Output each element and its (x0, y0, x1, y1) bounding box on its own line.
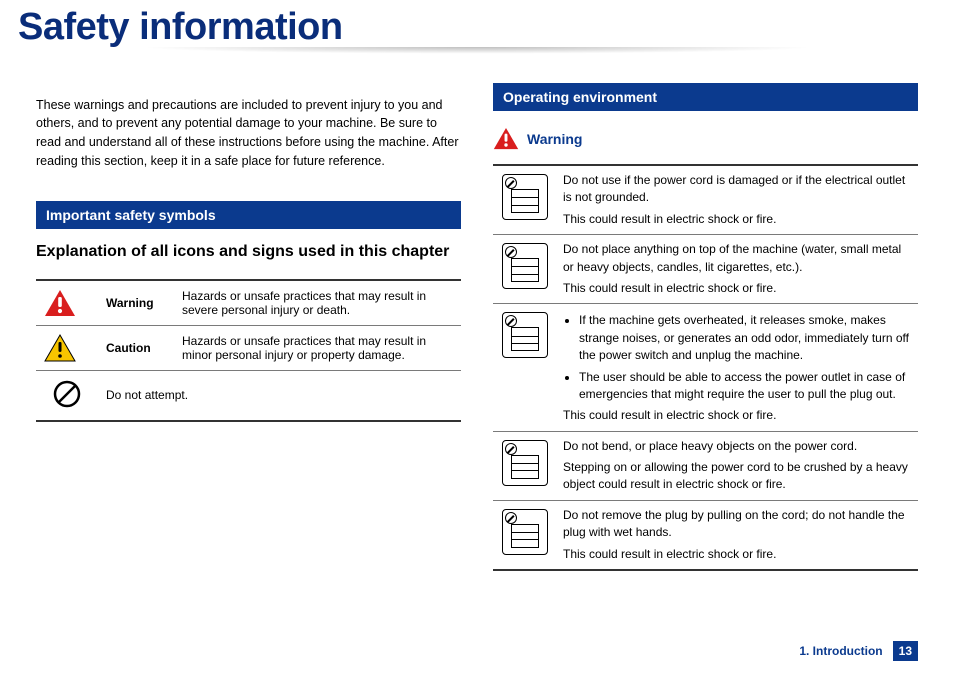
warning-line: Do not bend, or place heavy objects on t… (563, 438, 912, 455)
wet-hands-plug-icon (502, 509, 548, 555)
symbol-table: Warning Hazards or unsafe practices that… (36, 279, 461, 422)
warning-label: Warning (527, 131, 582, 147)
right-column: Operating environment Warning Do not use… (493, 83, 918, 571)
warning-bullet-list: If the machine gets overheated, it relea… (579, 312, 912, 403)
warning-line: This could result in electric shock or f… (563, 211, 912, 228)
page-title: Safety information (18, 6, 954, 49)
warning-line: Do not use if the power cord is damaged … (563, 172, 912, 207)
symbol-row-warning: Warning Hazards or unsafe practices that… (36, 280, 461, 326)
section-heading-symbols: Important safety symbols (36, 201, 461, 229)
symbols-subheading: Explanation of all icons and signs used … (36, 243, 461, 261)
warning-text: Do not remove the plug by pulling on the… (557, 500, 918, 570)
section-heading-operating-env: Operating environment (493, 83, 918, 111)
warning-line: This could result in electric shock or f… (563, 546, 912, 563)
manual-page: Safety information These warnings and pr… (0, 0, 954, 675)
warning-text: Do not place anything on top of the mach… (557, 235, 918, 304)
objects-on-machine-icon (502, 243, 548, 289)
warning-text: Do not use if the power cord is damaged … (557, 165, 918, 235)
warning-bullet: The user should be able to access the po… (579, 369, 912, 404)
symbol-desc: Hazards or unsafe practices that may res… (174, 325, 461, 370)
overheat-unplug-icon (502, 312, 548, 358)
warning-line: Stepping on or allowing the power cord t… (563, 459, 912, 494)
warning-triangle-red-icon (36, 280, 98, 326)
damaged-cord-icon (502, 174, 548, 220)
warning-heading: Warning (493, 127, 918, 150)
left-column: These warnings and precautions are inclu… (36, 83, 461, 571)
caution-triangle-yellow-icon (36, 325, 98, 370)
title-shadow (0, 47, 954, 63)
symbol-desc: Hazards or unsafe practices that may res… (174, 280, 461, 326)
page-footer: 1. Introduction 13 (799, 641, 918, 661)
warning-row: Do not remove the plug by pulling on the… (493, 500, 918, 570)
content-columns: These warnings and precautions are inclu… (36, 83, 918, 571)
symbol-term: Caution (98, 325, 174, 370)
symbol-desc: Do not attempt. (98, 370, 461, 421)
warning-text: If the machine gets overheated, it relea… (557, 304, 918, 431)
intro-paragraph: These warnings and precautions are inclu… (36, 96, 461, 171)
warning-row: If the machine gets overheated, it relea… (493, 304, 918, 431)
warning-line: Do not remove the plug by pulling on the… (563, 507, 912, 542)
warning-table: Do not use if the power cord is damaged … (493, 164, 918, 571)
warning-triangle-red-icon (493, 127, 519, 150)
chapter-label: 1. Introduction (799, 644, 882, 658)
warning-row: Do not bend, or place heavy objects on t… (493, 431, 918, 500)
warning-bullet: If the machine gets overheated, it relea… (579, 312, 912, 364)
title-bar: Safety information (0, 6, 954, 59)
warning-row: Do not place anything on top of the mach… (493, 235, 918, 304)
symbol-term: Warning (98, 280, 174, 326)
warning-row: Do not use if the power cord is damaged … (493, 165, 918, 235)
cord-bend-icon (502, 440, 548, 486)
warning-line: Do not place anything on top of the mach… (563, 241, 912, 276)
warning-text: Do not bend, or place heavy objects on t… (557, 431, 918, 500)
warning-line: This could result in electric shock or f… (563, 280, 912, 297)
prohibit-circle-icon (36, 370, 98, 421)
symbol-row-prohibit: Do not attempt. (36, 370, 461, 421)
page-number: 13 (893, 641, 918, 661)
warning-line: This could result in electric shock or f… (563, 407, 912, 424)
symbol-row-caution: Caution Hazards or unsafe practices that… (36, 325, 461, 370)
